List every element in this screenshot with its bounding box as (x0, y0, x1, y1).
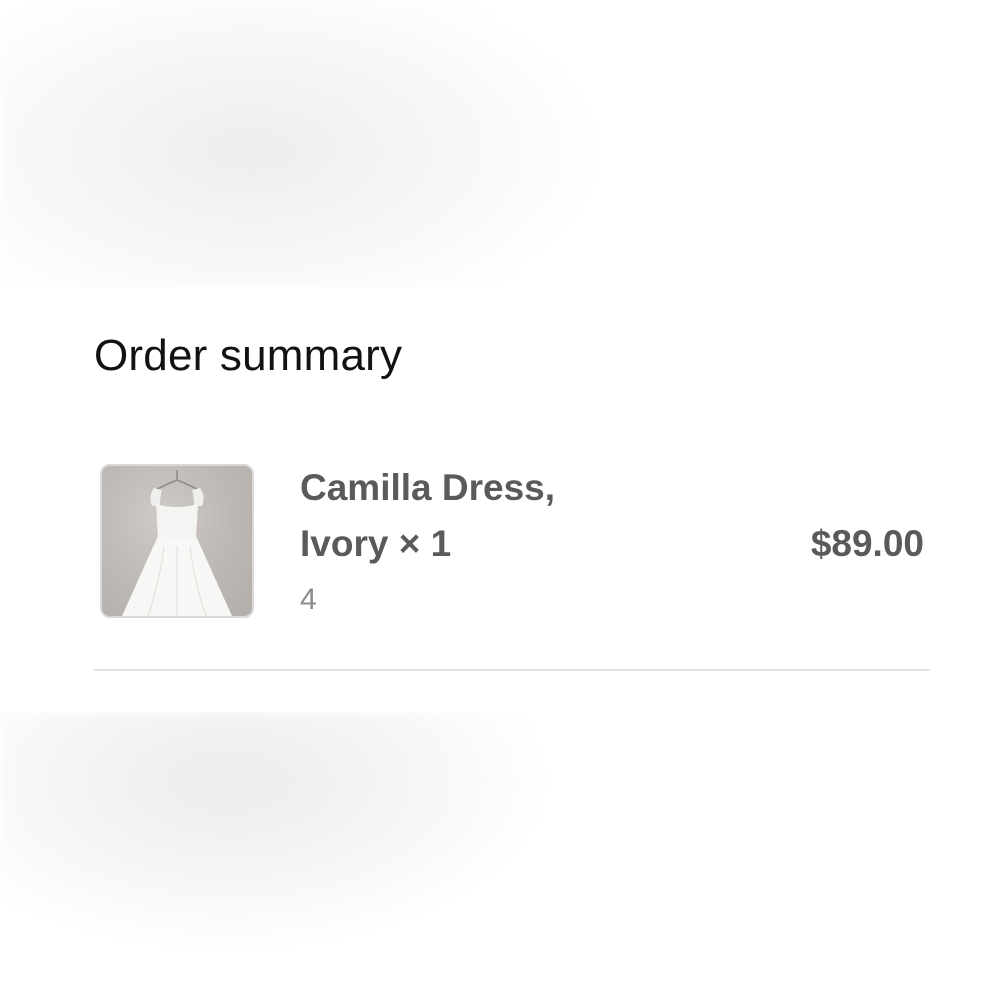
product-variant: 4 (300, 583, 317, 616)
dress-icon (122, 470, 232, 616)
product-thumbnail[interactable] (100, 464, 254, 618)
divider (94, 669, 930, 671)
product-name-line1: Camilla Dress, (300, 467, 556, 508)
order-summary-panel: Order summary Camilla Dress, Ivory × 1 4… (0, 288, 1000, 712)
product-name-line2: Ivory × 1 (300, 523, 452, 564)
product-price: $89.00 (810, 523, 924, 564)
blurred-background-bottom (0, 712, 1000, 1000)
blurred-background-top (0, 0, 1000, 288)
product-name[interactable]: Camilla Dress, Ivory × 1 (300, 460, 660, 572)
order-summary-title: Order summary (94, 331, 403, 380)
